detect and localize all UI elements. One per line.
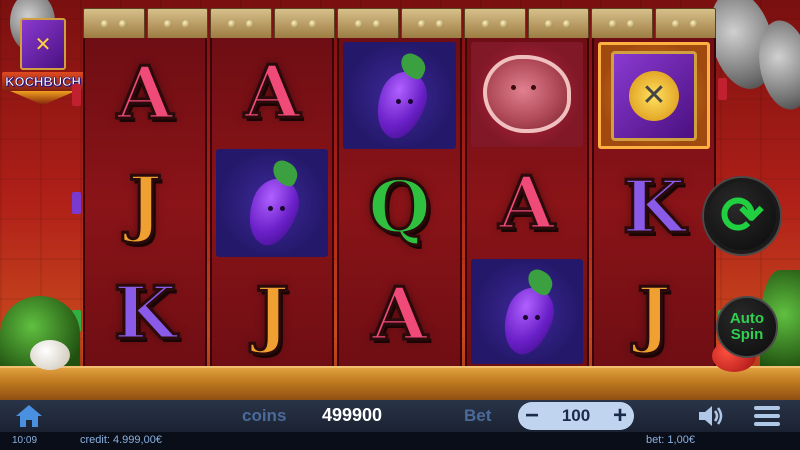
auto-spin-label-line2: Spin [730,326,764,343]
eggplant-symbol-icon [367,50,434,145]
bet-decrease-button[interactable]: − [518,402,546,430]
symbol-q: Q [367,163,433,249]
steak-symbol-icon [482,55,571,134]
reel-cell: K [85,258,205,368]
bet-value: 100 [561,406,591,425]
clock-time: 10:09 [12,435,38,446]
symbol-j: J [127,160,164,245]
reel-2: AJ [210,38,335,368]
reel-cell: J [212,261,332,368]
reel-4: A [464,38,589,368]
eggplant-symbol-icon [494,266,561,361]
speaker-icon [699,406,723,426]
symbol-a: A [116,50,175,135]
home-icon [16,405,42,427]
reel-top-frame [83,8,716,40]
payline-marker-left [72,84,81,106]
coins-label: coins [242,406,287,425]
control-bar: coins 499900 Bet − 100 + [0,400,800,432]
reel-cell: A [85,38,205,148]
hamburger-icon [754,406,780,410]
payline-marker-left [72,192,81,214]
coins-value: 499900 [322,405,383,425]
bet-stepper: − 100 + [518,402,634,430]
reels-grid: A J K A J Q A A ✕ K J [83,38,717,368]
reel-cell: A [212,38,332,145]
status-bar: 10:09 credit: 4.999,00€ bet: 1,00€ [0,432,800,450]
garlic-decoration [30,340,70,370]
symbol-a: A [497,160,556,245]
symbol-k: K [112,270,178,355]
bet-label: Bet [464,406,492,425]
reel-cell: ✕ [597,42,711,150]
sound-toggle-button[interactable] [696,404,726,428]
reel-cell: J [594,261,714,368]
symbol-j: J [635,271,672,357]
cookbook-wild-symbol-icon: ✕ [610,50,697,141]
reel-1: AJK [83,38,208,368]
reel-cell [216,149,329,257]
symbol-j: J [254,271,291,357]
bet-increase-button[interactable]: + [606,402,634,430]
reel-cell: K [594,153,714,260]
reel-5: ✕ K J [591,38,717,368]
reel-3: QA [337,38,462,368]
auto-spin-label-line1: Auto [729,310,765,328]
payline-marker-right [718,78,727,100]
reel-cell [343,42,456,150]
eggplant-symbol-icon [240,157,307,252]
reel-cell [470,259,583,365]
home-button[interactable] [14,403,44,429]
symbol-a: A [243,48,302,134]
wooden-counter [0,366,800,402]
reel-cell: Q [339,153,459,260]
menu-button[interactable] [754,406,780,426]
reel-cell: J [85,148,205,258]
symbol-a: A [370,271,429,357]
spin-button[interactable]: ⟳ [704,178,780,254]
refresh-arrows-icon: ⟳ [720,187,764,245]
reel-cell: A [339,261,459,368]
auto-spin-button[interactable]: Auto Spin [716,296,778,358]
reel-cell [470,42,583,147]
symbol-k: K [621,163,687,249]
credit-display: credit: 4.999,00€ [80,434,162,446]
bet-display: bet: 1,00€ [646,434,695,446]
reel-cell: A [467,151,587,256]
cookbook-logo-icon: ✕ [20,18,66,70]
